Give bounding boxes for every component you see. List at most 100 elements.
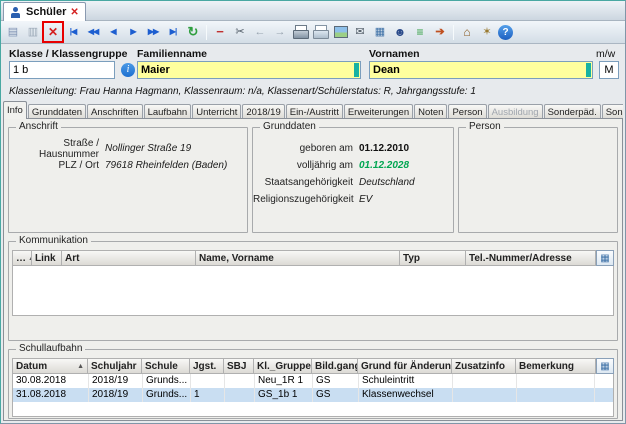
close-tab-icon[interactable]: ✕ (70, 7, 78, 18)
schullaufbahn-col-schuljahr[interactable]: Schuljahr (88, 358, 142, 374)
tab-ein-austritt[interactable]: Ein-/Austritt (286, 104, 343, 119)
schullaufbahn-col-schule[interactable]: Schule (142, 358, 190, 374)
vornamen-field[interactable]: Dean (369, 61, 593, 79)
cell-schuljahr: 2018/19 (89, 388, 143, 402)
schullaufbahn-col-klgruppe[interactable]: Kl._Gruppe (254, 358, 312, 374)
tab-erweiterungen[interactable]: Erweiterungen (344, 104, 413, 119)
cell-zusatzinfo (453, 374, 517, 388)
field-marker (586, 63, 591, 77)
cell-datum: 30.08.2018 (13, 374, 89, 388)
klasse-label: Klasse / Klassengruppe (9, 48, 127, 60)
schullaufbahn-group: Schullaufbahn Datum ▲ Schuljahr Schule J… (8, 349, 618, 419)
kommunikation-col-link[interactable]: Link (32, 250, 62, 266)
kommunikation-col-tel[interactable]: Tel.-Nummer/Adresse (466, 250, 596, 266)
tab-laufbahn[interactable]: Laufbahn (144, 104, 192, 119)
schullaufbahn-table-header: Datum ▲ Schuljahr Schule Jgst. SBJ Kl._G… (12, 358, 614, 374)
cell-grund: Klassenwechsel (359, 388, 453, 402)
forward-icon[interactable]: → (271, 23, 289, 41)
volljaehrig-am-value: 01.12.2028 (359, 160, 409, 171)
mw-field[interactable]: M (599, 61, 619, 79)
photo-icon[interactable] (331, 23, 349, 41)
schullaufbahn-col-jgst[interactable]: Jgst. (190, 358, 224, 374)
strasse-value: Nollinger Straße 19 (105, 143, 191, 154)
delete-record-icon[interactable]: ✕ (44, 23, 62, 41)
cell-grund: Schuleintritt (359, 374, 453, 388)
tab-schueler[interactable]: Schüler ✕ (3, 2, 86, 21)
tab-sonstiges[interactable]: Sonstiges (602, 104, 623, 119)
schullaufbahn-col-grund[interactable]: Grund für Änderung (358, 358, 452, 374)
first-record-icon[interactable]: |◀ (64, 23, 82, 41)
table-row-selected[interactable]: 31.08.2018 2018/19 Grunds... 1 GS_1b 1 G… (13, 388, 613, 402)
save-icon[interactable]: ▤ (4, 23, 22, 41)
schullaufbahn-col-bildgang[interactable]: Bild.gang (312, 358, 358, 374)
copy-icon[interactable]: ▥ (24, 23, 42, 41)
schullaufbahn-col-bemerkung[interactable]: Bemerkung (516, 358, 596, 374)
kommunikation-table-config-button[interactable]: ▦ (596, 250, 614, 266)
back-icon[interactable]: ← (251, 23, 269, 41)
info-icon[interactable]: i (121, 63, 135, 77)
last-record-icon[interactable]: ▶| (164, 23, 182, 41)
tab-sonderpaed[interactable]: Sonderpäd. (544, 104, 601, 119)
field-marker (354, 63, 359, 77)
cell-bemerkung (517, 374, 595, 388)
grunddaten-group: Grunddaten geboren am 01.12.2010 volljäh… (252, 127, 454, 233)
plz-ort-label: PLZ / Ort (9, 160, 105, 171)
list-icon[interactable]: ≡ (411, 23, 429, 41)
info-tab-content: Anschrift Straße / Hausnummer Nollinger … (3, 118, 623, 421)
kommunikation-table: … ▲ Link Art Name, Vorname Typ Tel.-Numm… (12, 250, 614, 316)
tab-noten[interactable]: Noten (414, 104, 447, 119)
cell-jgst: 1 (191, 388, 225, 402)
prev-record-icon[interactable]: ◀ (104, 23, 122, 41)
logout-icon[interactable]: ➔ (431, 23, 449, 41)
kommunikation-table-header: … ▲ Link Art Name, Vorname Typ Tel.-Numm… (12, 250, 614, 266)
vornamen-label: Vornamen (369, 48, 420, 60)
home-icon[interactable]: ⌂ (458, 23, 476, 41)
toolbar-separator (206, 25, 207, 40)
kommunikation-col-art[interactable]: Art (62, 250, 196, 266)
volljaehrig-am-label: volljährig am (253, 160, 359, 171)
familienname-field[interactable]: Maier (137, 61, 361, 79)
tab-info[interactable]: Info (3, 101, 27, 119)
schullaufbahn-col-zusatzinfo[interactable]: Zusatzinfo (452, 358, 516, 374)
person-group: Person (458, 127, 618, 233)
fast-next-icon[interactable]: ▶▶ (144, 23, 162, 41)
tab-unterricht[interactable]: Unterricht (192, 104, 241, 119)
anschrift-group: Anschrift Straße / Hausnummer Nollinger … (8, 127, 248, 233)
person-icon[interactable]: ☻ (391, 23, 409, 41)
students-icon (10, 6, 22, 19)
remove-icon[interactable]: − (211, 23, 229, 41)
calendar-icon[interactable]: ▦ (371, 23, 389, 41)
col-menu-label: … (16, 253, 26, 264)
section-tabs: Info Grunddaten Anschriften Laufbahn Unt… (3, 100, 623, 119)
mw-value: M (604, 64, 613, 76)
schullaufbahn-table-config-button[interactable]: ▦ (596, 358, 614, 374)
kommunikation-col-menu[interactable]: … ▲ (12, 250, 32, 266)
kommunikation-col-name[interactable]: Name, Vorname (196, 250, 400, 266)
next-record-icon[interactable]: ▶ (124, 23, 142, 41)
help-icon[interactable]: ? (498, 25, 513, 40)
table-row[interactable]: 30.08.2018 2018/19 Grunds... Neu_1R 1 GS… (13, 374, 613, 388)
mail-icon[interactable]: ✉ (351, 23, 369, 41)
scissors-icon[interactable]: ✂ (231, 23, 249, 41)
cell-bemerkung (517, 388, 595, 402)
col-datum-label: Datum (16, 361, 47, 372)
print-preview-icon[interactable] (311, 23, 329, 41)
schullaufbahn-group-title: Schullaufbahn (16, 343, 85, 354)
klasse-field[interactable]: 1 b (9, 61, 115, 79)
person-group-title: Person (466, 121, 504, 132)
refresh-icon[interactable]: ↻ (184, 23, 202, 41)
schullaufbahn-col-datum[interactable]: Datum ▲ (12, 358, 88, 374)
fast-prev-icon[interactable]: ◀◀ (84, 23, 102, 41)
cell-schuljahr: 2018/19 (89, 374, 143, 388)
kommunikation-col-typ[interactable]: Typ (400, 250, 466, 266)
tab-grunddaten[interactable]: Grunddaten (28, 104, 86, 119)
tab-schuljahr[interactable]: 2018/19 (242, 104, 284, 119)
tools-icon[interactable]: ✶ (478, 23, 496, 41)
tab-person[interactable]: Person (448, 104, 486, 119)
klasse-value: 1 b (13, 64, 28, 76)
schullaufbahn-col-sbj[interactable]: SBJ (224, 358, 254, 374)
tab-anschriften[interactable]: Anschriften (87, 104, 143, 119)
familienname-value: Maier (141, 64, 170, 76)
printer-icon[interactable] (291, 23, 309, 41)
plz-ort-value: 79618 Rheinfelden (Baden) (105, 160, 227, 171)
